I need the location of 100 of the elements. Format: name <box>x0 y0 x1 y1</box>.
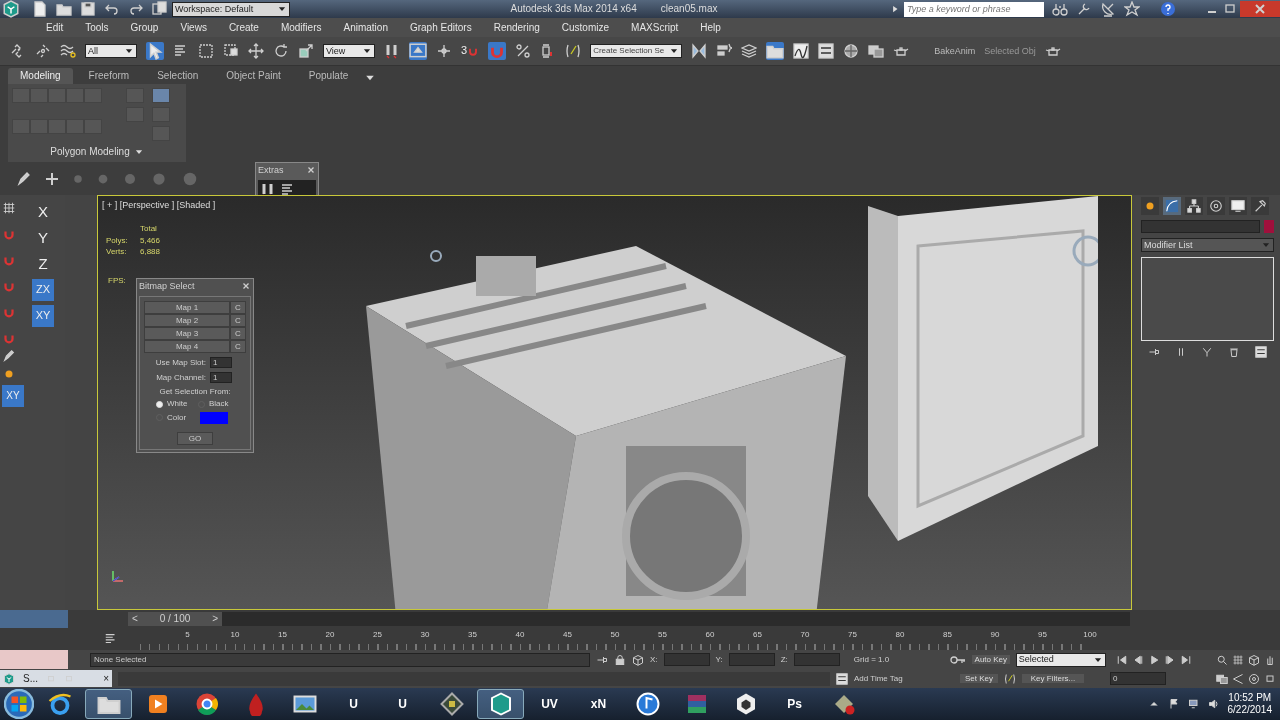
object-color-swatch[interactable] <box>1264 220 1274 233</box>
zoom-icon[interactable] <box>1216 653 1228 666</box>
ribbon-tool-button[interactable] <box>152 88 170 103</box>
bar-pair-icon[interactable] <box>384 43 400 59</box>
brush-dot-icon[interactable] <box>72 172 84 185</box>
close-icon[interactable] <box>1240 1 1280 17</box>
hierarchy-tab[interactable] <box>1185 197 1203 215</box>
satellite-dish-icon[interactable] <box>1100 1 1116 17</box>
menu-item[interactable]: Help <box>700 21 721 34</box>
plus-icon[interactable] <box>44 170 60 187</box>
ribbon-tab[interactable]: Freeform <box>76 68 142 84</box>
modifier-list-dropdown[interactable]: Modifier List <box>1141 238 1274 252</box>
taskbar-app-button[interactable] <box>85 689 132 719</box>
speaker-icon[interactable] <box>1207 698 1220 710</box>
mirror-icon[interactable] <box>691 43 708 59</box>
taskbar-app-button[interactable]: xN <box>575 689 622 719</box>
lock-icon[interactable] <box>614 653 626 666</box>
hammer-tab[interactable] <box>1251 197 1269 215</box>
fork-icon[interactable] <box>1201 346 1214 358</box>
first-frame-icon[interactable] <box>1115 653 1128 666</box>
window-stack-icon[interactable] <box>868 43 885 59</box>
axis-constraint-button[interactable]: XY <box>32 305 54 327</box>
ribbon-tab[interactable]: Modeling <box>8 68 73 84</box>
expand-arrow-icon[interactable] <box>890 4 900 14</box>
menu-item[interactable]: Create <box>228 21 259 34</box>
menu-item[interactable]: Tools <box>85 21 109 34</box>
menu-item[interactable]: Modifiers <box>280 21 322 34</box>
menu-item[interactable]: Customize <box>561 21 610 34</box>
brush-icon[interactable] <box>2 349 16 363</box>
layers-icon[interactable] <box>741 43 758 59</box>
folder-icon[interactable] <box>766 42 785 60</box>
named-selection-dropdown[interactable]: Create Selection Se <box>590 44 683 58</box>
ribbon-tab[interactable]: Populate <box>296 68 361 84</box>
curve-editor-toggle[interactable] <box>0 610 68 628</box>
coordinate-field[interactable] <box>663 653 710 666</box>
clock-time[interactable]: 10:52 PM <box>1227 692 1272 704</box>
network-icon[interactable] <box>1187 698 1200 710</box>
add-time-tag-label[interactable]: Add Time Tag <box>854 673 954 684</box>
menu-item[interactable]: Rendering <box>493 21 540 34</box>
align-icon[interactable] <box>716 43 733 59</box>
taskbar-app-button[interactable]: U <box>379 689 426 719</box>
map-button[interactable]: Map 1 <box>144 300 230 314</box>
wrench-icon[interactable] <box>1076 1 1092 17</box>
coordinate-field[interactable] <box>728 653 775 666</box>
last-frame-icon[interactable] <box>1179 653 1192 666</box>
set-key-button[interactable]: Set Key <box>960 673 998 684</box>
key-mode-dropdown[interactable]: Selected <box>1015 652 1106 667</box>
panel-icon[interactable] <box>818 43 835 59</box>
trash-icon[interactable] <box>1228 346 1241 358</box>
dashed-rectangle-icon[interactable] <box>198 43 214 59</box>
menu-item[interactable]: MAXScript <box>631 21 679 34</box>
workspace-dropdown[interactable]: Workspace: Default <box>172 1 290 17</box>
curve-panel-tab[interactable] <box>1163 197 1181 215</box>
search-field[interactable]: Type a keyword or phrase <box>904 1 1044 17</box>
color-swatch[interactable] <box>200 412 228 424</box>
scale-icon[interactable] <box>298 43 314 59</box>
target-tab[interactable] <box>1207 197 1225 215</box>
crosshair-icon[interactable] <box>436 43 452 59</box>
orbit-icon[interactable] <box>1248 672 1260 685</box>
go-button[interactable]: GO <box>177 432 213 445</box>
cube-icon[interactable] <box>1248 653 1260 666</box>
close-button[interactable]: × <box>103 672 109 685</box>
bake-anim-label[interactable]: BakeAnim <box>934 45 976 57</box>
pencil-icon[interactable] <box>565 43 582 59</box>
axis-constraint-button[interactable]: X <box>32 201 54 223</box>
menu-item[interactable]: Animation <box>343 21 388 34</box>
menu-item[interactable]: Graph Editors <box>409 21 472 34</box>
rotate-icon[interactable] <box>273 43 289 59</box>
number-spinner-field[interactable]: 1 <box>210 356 232 368</box>
flag-icon[interactable] <box>1167 698 1180 710</box>
menu-item[interactable]: Views <box>180 21 207 34</box>
time-slider-thumb[interactable]: < 0 / 100 > <box>128 612 222 626</box>
cube-icon[interactable] <box>632 653 644 666</box>
taskbar-app-button[interactable] <box>477 689 524 719</box>
clock-date[interactable]: 6/22/2014 <box>1227 704 1272 716</box>
viewport-label[interactable]: [ + ] [Perspective ] [Shaded ] <box>102 200 216 211</box>
next-frame-icon[interactable] <box>1163 653 1176 666</box>
app-logo-icon[interactable] <box>2 0 20 18</box>
key-filters-button[interactable]: Key Filters... <box>1022 673 1084 684</box>
percent-icon[interactable] <box>515 43 532 59</box>
documents-icon[interactable] <box>152 1 168 17</box>
fov-icon[interactable] <box>1232 672 1244 685</box>
maximize-viewport-icon[interactable] <box>1264 672 1276 685</box>
coordinate-field[interactable] <box>793 653 840 666</box>
menu-item[interactable]: Edit <box>46 21 64 34</box>
paint-brush-icon[interactable] <box>16 170 32 187</box>
selection-filter-dropdown[interactable]: All <box>85 44 137 58</box>
number-spinner-field[interactable]: 1 <box>210 371 232 383</box>
taskbar-app-button[interactable]: Ps <box>771 689 818 719</box>
object-name-field[interactable] <box>1141 220 1260 233</box>
hand-icon[interactable] <box>1264 653 1276 666</box>
snap-toggle-button[interactable]: 3 <box>461 44 480 58</box>
next-frame-button[interactable]: > <box>212 613 218 625</box>
taskbar-app-button[interactable]: U <box>330 689 377 719</box>
axis-constraint-button[interactable]: Z <box>32 253 54 275</box>
pencil-icon[interactable] <box>1004 672 1016 685</box>
ribbon-tab[interactable]: Selection <box>145 68 211 84</box>
axis-constraint-button[interactable]: ZX <box>32 279 54 301</box>
ribbon-panel-title[interactable]: Polygon Modeling <box>50 146 130 158</box>
taskbar-app-button[interactable]: UV <box>526 689 573 719</box>
